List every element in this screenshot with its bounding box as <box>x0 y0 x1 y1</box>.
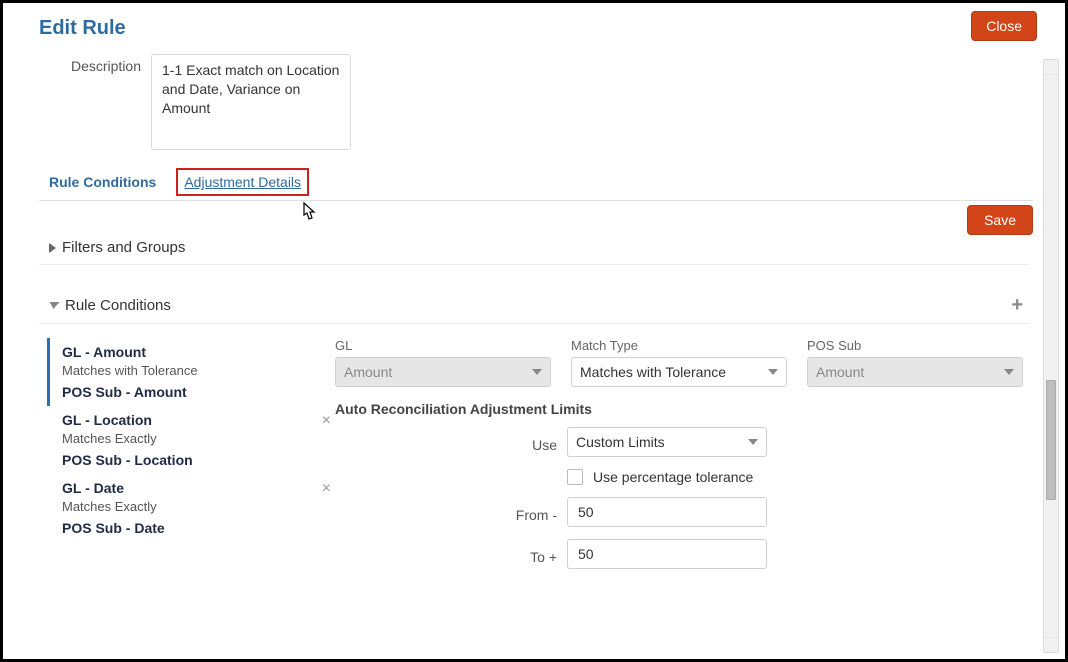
expand-icon <box>49 243 56 253</box>
to-input[interactable] <box>567 539 767 569</box>
chevron-down-icon <box>1004 369 1014 375</box>
delete-condition-icon[interactable]: × <box>322 412 331 430</box>
limits-title: Auto Reconciliation Adjustment Limits <box>335 401 1025 417</box>
condition-line-target: POS Sub - Date <box>62 520 327 536</box>
conditions-list: GL - Amount Matches with Tolerance POS Sub… <box>39 338 335 581</box>
pct-tolerance-checkbox[interactable] <box>567 469 583 485</box>
from-label: From - <box>335 501 557 523</box>
tab-adjustment-details[interactable]: Adjustment Details <box>176 168 309 196</box>
section-filters-groups[interactable]: Filters and Groups <box>39 209 1029 265</box>
match-type-select[interactable]: Matches with Tolerance <box>571 357 787 387</box>
save-button[interactable]: Save <box>967 205 1033 235</box>
condition-match-type: Matches Exactly <box>62 499 327 514</box>
add-condition-button[interactable]: + <box>1011 295 1023 315</box>
condition-list-item[interactable]: GL - Date Matches Exactly POS Sub - Date × <box>47 474 335 542</box>
gl-label: GL <box>335 338 551 353</box>
pct-tolerance-label: Use percentage tolerance <box>593 469 753 485</box>
gl-select: Amount <box>335 357 551 387</box>
tab-rule-conditions[interactable]: Rule Conditions <box>47 168 158 200</box>
pos-sub-label: POS Sub <box>807 338 1023 353</box>
from-input[interactable] <box>567 497 767 527</box>
condition-detail-panel: GL Amount Match Type Matches with Tolera… <box>335 338 1037 581</box>
match-type-label: Match Type <box>571 338 787 353</box>
pos-sub-select-value: Amount <box>816 364 864 380</box>
edit-rule-dialog: Edit Rule Close Description 1-1 Exact ma… <box>23 3 1037 659</box>
condition-match-type: Matches Exactly <box>62 431 327 446</box>
condition-line-source: GL - Amount <box>62 344 327 360</box>
chevron-down-icon <box>532 369 542 375</box>
tabs-bar: Rule Conditions Adjustment Details <box>39 164 1033 201</box>
delete-condition-icon[interactable]: × <box>322 480 331 498</box>
condition-line-source: GL - Date <box>62 480 327 496</box>
conditions-area: GL - Amount Matches with Tolerance POS Sub… <box>39 338 1037 581</box>
condition-line-source: GL - Location <box>62 412 327 428</box>
condition-match-type: Matches with Tolerance <box>62 363 327 378</box>
content-area: Save Filters and Groups Rule Conditions … <box>39 201 1037 581</box>
pos-sub-select: Amount <box>807 357 1023 387</box>
section-rule-conditions-label: Rule Conditions <box>65 297 171 314</box>
scroll-thumb[interactable] <box>1046 380 1056 500</box>
gl-select-value: Amount <box>344 364 392 380</box>
vertical-scrollbar[interactable] <box>1043 59 1059 653</box>
condition-line-target: POS Sub - Location <box>62 452 327 468</box>
description-textarea[interactable]: 1-1 Exact match on Location and Date, Va… <box>151 54 351 150</box>
use-select-value: Custom Limits <box>576 434 665 450</box>
condition-list-item[interactable]: GL - Amount Matches with Tolerance POS Sub… <box>47 338 335 406</box>
use-select[interactable]: Custom Limits <box>567 427 767 457</box>
chevron-down-icon <box>748 439 758 445</box>
collapse-icon <box>48 302 59 309</box>
condition-list-item[interactable]: GL - Location Matches Exactly POS Sub - Lo… <box>47 406 335 474</box>
match-type-select-value: Matches with Tolerance <box>580 364 726 380</box>
use-label: Use <box>335 431 557 453</box>
chevron-down-icon <box>768 369 778 375</box>
condition-line-target: POS Sub - Amount <box>62 384 327 400</box>
close-button[interactable]: Close <box>971 11 1037 41</box>
section-rule-conditions[interactable]: Rule Conditions + <box>39 265 1029 324</box>
dialog-title: Edit Rule <box>39 17 1037 40</box>
section-filters-groups-label: Filters and Groups <box>62 239 185 256</box>
description-row: Description 1-1 Exact match on Location … <box>45 54 1037 150</box>
description-label: Description <box>45 54 141 74</box>
to-label: To + <box>335 543 557 565</box>
